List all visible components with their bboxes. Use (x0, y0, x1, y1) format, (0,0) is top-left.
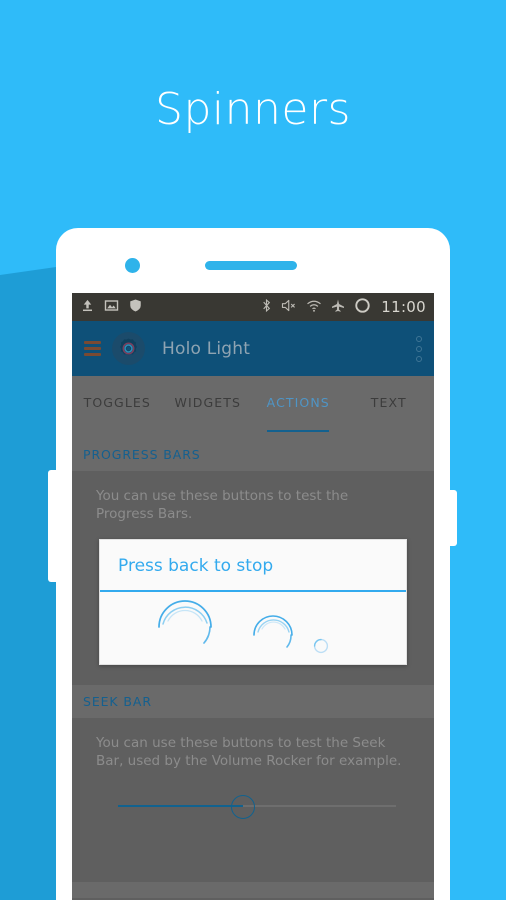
tab-toggles[interactable]: TOGGLES (72, 376, 163, 438)
spinner-large (154, 596, 216, 658)
volume-rocker-button[interactable] (48, 470, 58, 582)
screenshot-stage: Spinners 11:00 Holo Light TOGGLES WIDGET… (0, 0, 506, 900)
status-bar: 11:00 (72, 293, 434, 321)
tab-widgets[interactable]: WIDGETS (163, 376, 254, 438)
dialog-title: Press back to stop (118, 556, 274, 576)
tab-actions[interactable]: ACTIONS (253, 376, 344, 438)
content-bottom-padding (72, 840, 434, 882)
phone-screen: 11:00 Holo Light TOGGLES WIDGETS ACTIONS… (72, 293, 434, 900)
section-body-seek-bar: You can use these buttons to test the Se… (72, 718, 434, 840)
volume-muted-icon (281, 298, 298, 317)
section-header-progress-bars: PROGRESS BARS (72, 438, 434, 471)
seek-bar[interactable] (96, 792, 410, 820)
progress-dialog: Press back to stop (99, 539, 407, 665)
gear-icon[interactable] (112, 332, 145, 365)
section-header-seek-bar: SEEK BAR (72, 685, 434, 718)
wifi-icon (306, 298, 322, 317)
tab-text[interactable]: TEXT (344, 376, 435, 438)
front-camera-dot (125, 258, 140, 273)
overflow-menu-icon[interactable] (416, 335, 422, 362)
status-bar-right-icons: 11:00 (260, 297, 426, 318)
content-area: PROGRESS BARS You can use these buttons … (72, 438, 434, 898)
seek-bar-description: You can use these buttons to test the Se… (96, 735, 402, 769)
status-bar-clock: 11:00 (381, 298, 426, 316)
bluetooth-icon (260, 298, 273, 317)
battery-circle-icon (354, 297, 371, 318)
progress-bars-description: You can use these buttons to test the Pr… (96, 488, 349, 522)
app-title: Holo Light (162, 338, 251, 359)
spinner-medium (250, 612, 296, 658)
image-icon (104, 298, 119, 317)
page-title: Spinners (155, 84, 351, 135)
seek-bar-fill (118, 805, 243, 807)
spinner-small (312, 637, 330, 655)
tab-bar: TOGGLES WIDGETS ACTIONS TEXT (72, 376, 434, 438)
shield-icon (128, 298, 143, 317)
app-bar: Holo Light (72, 321, 434, 376)
airplane-mode-icon (330, 298, 346, 317)
dialog-body (100, 592, 406, 664)
section-body-progress-bars: You can use these buttons to test the Pr… (72, 471, 434, 685)
seek-thumb[interactable] (231, 795, 255, 819)
power-button[interactable] (448, 490, 457, 546)
content-bottom-strip (72, 882, 434, 898)
upload-icon (80, 298, 95, 317)
earpiece-speaker (205, 261, 297, 270)
hamburger-icon[interactable] (84, 341, 101, 356)
status-bar-left-icons (80, 298, 143, 317)
